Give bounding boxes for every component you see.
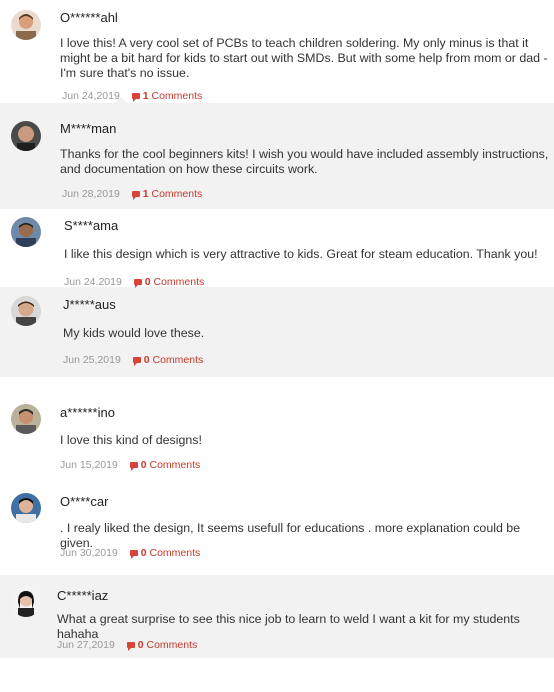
comment-text: My kids would love these.: [63, 326, 205, 340]
comment-date: Jun 25,2019: [63, 354, 121, 366]
comment-meta: Jun 28,2019 1 Comments: [62, 188, 202, 200]
comments-link[interactable]: 1 Comments: [131, 90, 202, 102]
username[interactable]: a******ino: [60, 405, 115, 420]
username[interactable]: S****ama: [64, 218, 118, 233]
username[interactable]: O****car: [60, 494, 108, 509]
comments-link[interactable]: 0 Comments: [133, 276, 204, 288]
username[interactable]: J*****aus: [63, 297, 116, 312]
comment-date: Jun 30,2019: [60, 547, 118, 559]
comment-meta: Jun 27,2019 0 Comments: [57, 639, 197, 651]
avatar[interactable]: [11, 404, 41, 434]
comment-text: Thanks for the cool beginners kits! I wi…: [60, 147, 549, 176]
avatar[interactable]: [11, 493, 41, 523]
comments-link[interactable]: 0 Comments: [126, 639, 197, 651]
avatar[interactable]: [11, 10, 41, 40]
comment-meta: Jun 25,2019 0 Comments: [63, 354, 203, 366]
username[interactable]: M****man: [60, 121, 116, 136]
comment-icon: [133, 279, 142, 288]
comment-text: I like this design which is very attract…: [64, 247, 538, 261]
avatar[interactable]: [11, 121, 41, 151]
comment-meta: Jun 24,2019 1 Comments: [62, 90, 202, 102]
comment-meta: Jun 15,2019 0 Comments: [60, 459, 200, 471]
username[interactable]: C*****iaz: [57, 588, 108, 603]
avatar[interactable]: [11, 296, 41, 326]
comment-text: I love this! A very cool set of PCBs to …: [60, 36, 548, 80]
comment-icon: [131, 93, 140, 102]
avatar[interactable]: [11, 217, 41, 247]
comment-date: Jun 24,2019: [62, 90, 120, 102]
comment-icon: [126, 642, 135, 651]
username[interactable]: O******ahl: [60, 10, 118, 25]
comment-text: What a great surprise to see this nice j…: [57, 612, 520, 641]
comments-link[interactable]: 0 Comments: [129, 547, 200, 559]
comments-link[interactable]: 0 Comments: [129, 459, 200, 471]
comment-icon: [132, 357, 141, 366]
comment-meta: Jun 24.2019 0 Comments: [64, 276, 204, 288]
comment-icon: [129, 550, 138, 559]
comment-icon: [131, 191, 140, 200]
comment-meta: Jun 30,2019 0 Comments: [60, 547, 200, 559]
comments-link[interactable]: 1 Comments: [131, 188, 202, 200]
avatar[interactable]: [11, 587, 41, 617]
comment-text: I love this kind of designs!: [60, 433, 202, 447]
comments-link[interactable]: 0 Comments: [132, 354, 203, 366]
comment-icon: [129, 462, 138, 471]
comment-date: Jun 24.2019: [64, 276, 122, 288]
comment-date: Jun 15,2019: [60, 459, 118, 471]
comment-date: Jun 28,2019: [62, 188, 120, 200]
comment-date: Jun 27,2019: [57, 639, 115, 651]
